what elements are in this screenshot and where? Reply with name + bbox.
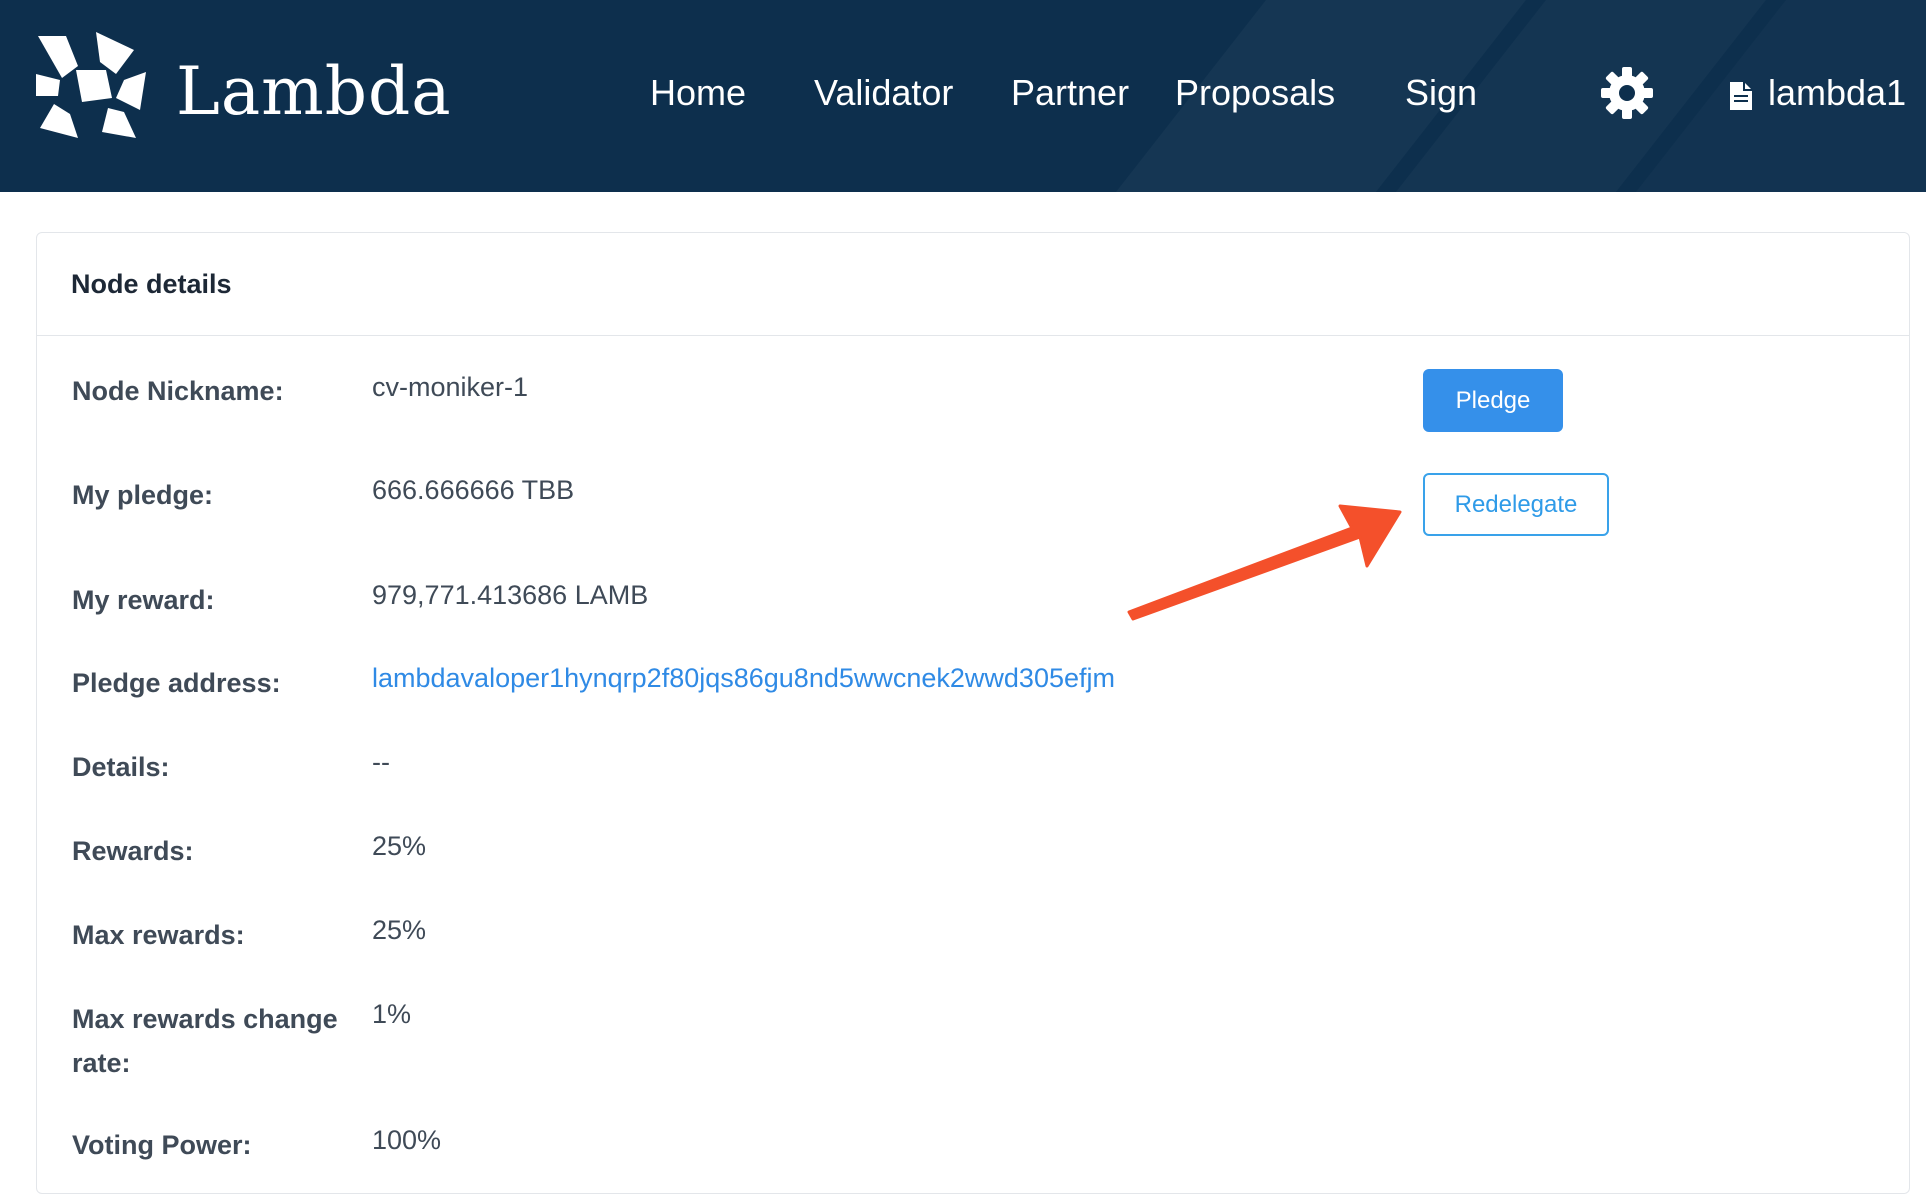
card-title: Node details <box>71 269 232 299</box>
label-my-reward: My reward: <box>72 585 215 615</box>
nav-validator[interactable]: Validator <box>814 70 953 116</box>
node-details-card: Node details Node Nickname: cv-moniker-1… <box>36 232 1910 1194</box>
label-pledge-address: Pledge address: <box>72 668 281 698</box>
label-max-rewards: Max rewards: <box>72 920 245 950</box>
nav-sign[interactable]: Sign <box>1405 70 1477 116</box>
value-max-rewards: 25% <box>372 915 427 945</box>
value-rewards: 25% <box>372 831 427 861</box>
nav-home[interactable]: Home <box>650 70 746 116</box>
nav-proposals[interactable]: Proposals <box>1175 70 1335 116</box>
value-my-pledge: 666.666666 TBB <box>372 475 575 505</box>
label-rewards: Rewards: <box>72 836 194 866</box>
brand-name[interactable]: Lambda <box>176 52 452 132</box>
card-header: Node details <box>37 233 1909 336</box>
pledge-button[interactable]: Pledge <box>1423 369 1563 432</box>
pledge-address-link[interactable]: lambdavaloper1hynqrp2f80jqs86gu8nd5wwcne… <box>372 658 1115 698</box>
label-voting-power: Voting Power: <box>72 1130 252 1160</box>
document-icon <box>1730 82 1752 110</box>
value-details: -- <box>372 747 390 777</box>
value-node-nickname: cv-moniker-1 <box>372 372 529 402</box>
nav-partner[interactable]: Partner <box>1011 70 1129 116</box>
top-navbar: Lambda Home Validator Partner Proposals … <box>0 0 1926 192</box>
label-my-pledge: My pledge: <box>72 480 214 510</box>
redelegate-button[interactable]: Redelegate <box>1423 473 1609 536</box>
value-my-reward: 979,771.413686 LAMB <box>372 580 649 610</box>
account-name[interactable]: lambda1 <box>1768 70 1906 116</box>
gear-icon[interactable] <box>1600 66 1654 120</box>
lambda-logo-icon[interactable] <box>36 32 146 138</box>
value-max-rewards-change-rate: 1% <box>372 999 412 1029</box>
label-node-nickname: Node Nickname: <box>72 376 284 406</box>
label-max-rewards-change-rate: Max rewards change rate: <box>72 1004 338 1078</box>
value-voting-power: 100% <box>372 1125 442 1155</box>
label-details: Details: <box>72 752 170 782</box>
